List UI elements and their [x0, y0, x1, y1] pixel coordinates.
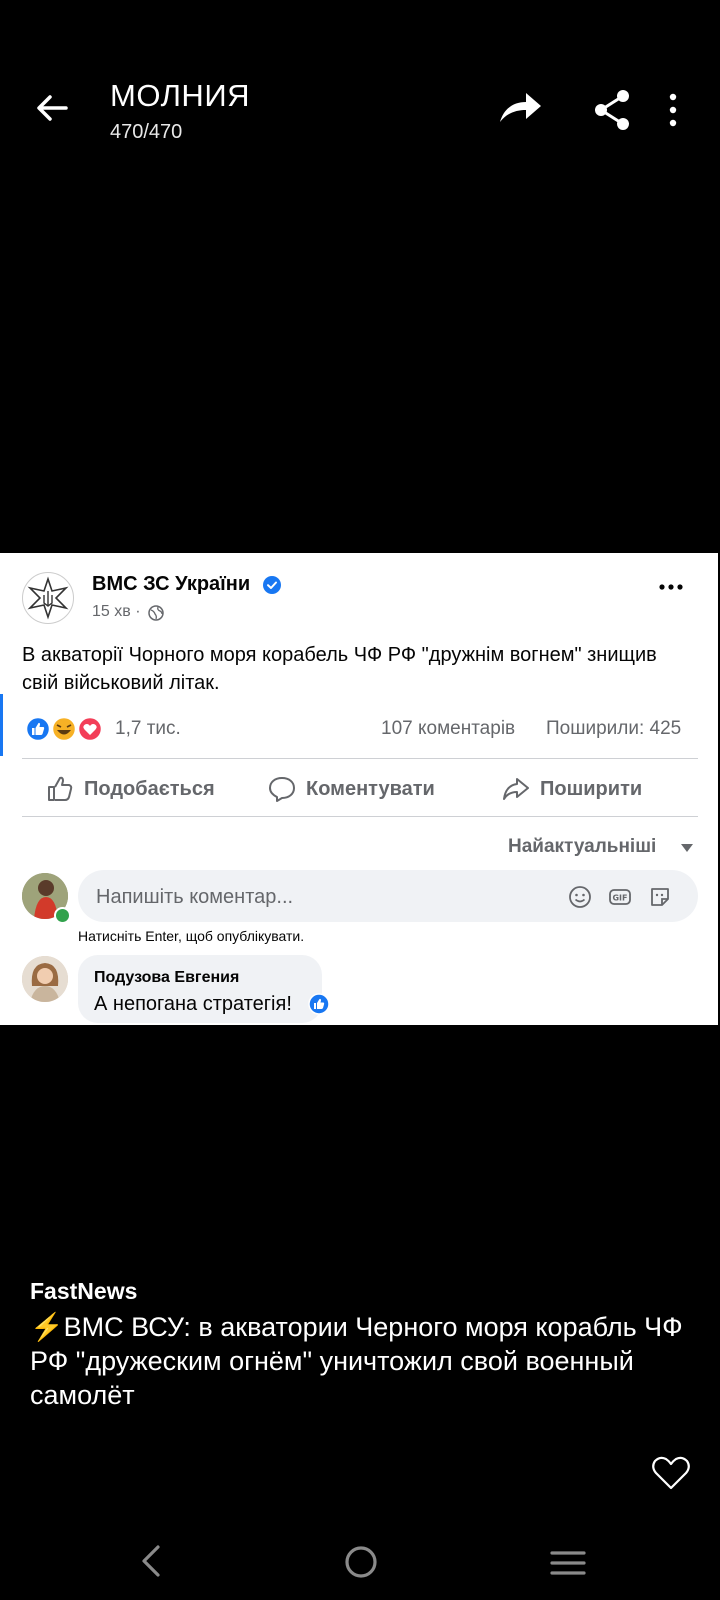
shares-count[interactable]: Поширили: 425 [546, 718, 681, 740]
page-avatar [22, 572, 74, 624]
comment-bubble: Подузова Евгения А непогана стратегія! [78, 955, 322, 1023]
sort-dropdown[interactable]: Найактуальніші [508, 836, 656, 858]
globe-icon [148, 605, 164, 621]
comment-author[interactable]: Подузова Евгения [94, 969, 239, 987]
like-label: Подобається [84, 777, 215, 800]
comment-box: GIF [78, 870, 698, 922]
share-label: Поширити [540, 777, 643, 800]
divider [22, 758, 698, 759]
share-arrow-icon [503, 778, 529, 800]
reactions-icon[interactable] [24, 716, 104, 742]
share-button[interactable]: Поширити [502, 773, 642, 805]
thumbs-up-icon [48, 776, 73, 801]
comments-count[interactable]: 107 коментарів [381, 718, 515, 740]
comment-text: А непогана стратегія! [94, 993, 292, 1015]
more-options-icon[interactable] [666, 92, 680, 128]
comment-like-icon [308, 993, 330, 1015]
viewer-title: МОЛНИЯ [110, 78, 250, 113]
gif-icon[interactable]: GIF [608, 885, 632, 909]
facebook-post-screenshot: ВМС ЗС України 15 хв · В акваторії Чорно… [0, 553, 718, 1025]
share-icon[interactable] [592, 88, 632, 132]
divider [22, 816, 698, 817]
comment-button[interactable]: Коментувати [268, 773, 435, 805]
svg-text:GIF: GIF [612, 894, 627, 903]
online-indicator [54, 907, 71, 924]
reactions-count[interactable]: 1,7 тис. [115, 718, 181, 740]
verified-badge-icon [263, 576, 281, 594]
post-text: В акваторії Чорного моря корабель ЧФ РФ … [22, 644, 657, 694]
caption-text: ⚡️ВМС ВСУ: в акватории Черного моря кора… [30, 1312, 683, 1410]
top-bar: МОЛНИЯ 470/470 [0, 0, 720, 180]
nav-recents-icon[interactable] [550, 1549, 586, 1577]
emoji-icon[interactable] [568, 885, 592, 909]
nav-home-icon[interactable] [344, 1545, 378, 1579]
heart-icon[interactable] [651, 1455, 691, 1491]
image-counter: 470/470 [110, 121, 183, 143]
comment-icon [269, 777, 295, 802]
focus-edge [0, 694, 3, 756]
forward-icon[interactable] [496, 88, 544, 128]
post-time: 15 хв · [92, 603, 141, 620]
back-arrow-icon[interactable] [30, 86, 74, 130]
post-options-icon[interactable] [658, 583, 684, 591]
nav-back-icon[interactable] [138, 1544, 164, 1578]
sticker-icon[interactable] [648, 885, 672, 909]
caret-down-icon[interactable] [681, 844, 693, 852]
comment-input[interactable] [94, 882, 538, 912]
caption-source: FastNews [30, 1278, 138, 1304]
enter-hint: Натисніть Enter, щоб опублікувати. [78, 928, 305, 944]
commenter-avatar [22, 956, 68, 1002]
page-name[interactable]: ВМС ЗС України [92, 573, 250, 596]
like-button[interactable]: Подобається [46, 773, 215, 805]
comment-label: Коментувати [306, 777, 435, 800]
